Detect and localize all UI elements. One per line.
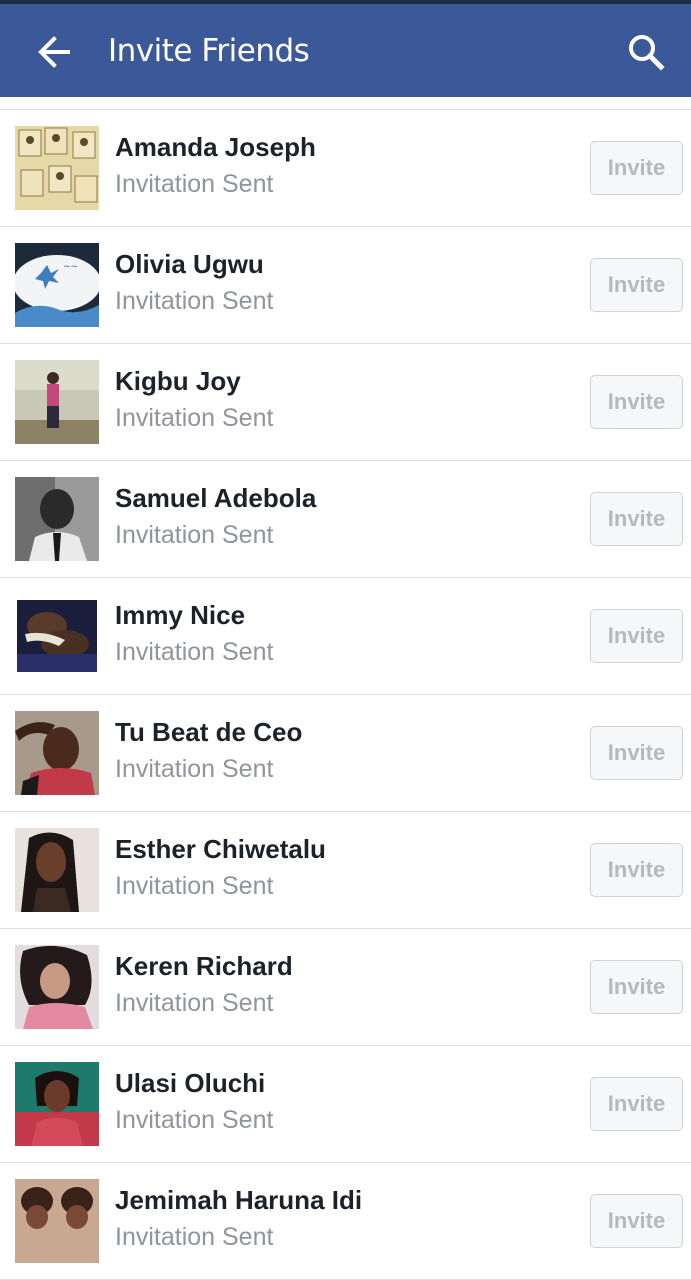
friend-row: Amanda Joseph Invitation Sent Invite <box>0 110 691 227</box>
friend-row: Jemimah Haruna Idi Invitation Sent Invit… <box>0 1163 691 1280</box>
friend-name[interactable]: Keren Richard <box>115 951 293 982</box>
friend-name[interactable]: Samuel Adebola <box>115 483 316 514</box>
invite-button[interactable]: Invite <box>590 1194 683 1248</box>
friend-row: Keren Richard Invitation Sent Invite <box>0 929 691 1046</box>
invitation-status: Invitation Sent <box>115 872 274 900</box>
avatar[interactable] <box>15 594 99 678</box>
friend-row: ~~ Olivia Ugwu Invitation Sent Invite <box>0 227 691 344</box>
invite-button[interactable]: Invite <box>590 492 683 546</box>
invitation-status: Invitation Sent <box>115 755 274 783</box>
invitation-status: Invitation Sent <box>115 638 274 666</box>
avatar[interactable] <box>15 126 99 210</box>
invitation-status: Invitation Sent <box>115 1106 274 1134</box>
back-button[interactable] <box>28 26 80 78</box>
friend-row: Ulasi Oluchi Invitation Sent Invite <box>0 1046 691 1163</box>
friend-name[interactable]: Amanda Joseph <box>115 132 316 163</box>
invitation-status: Invitation Sent <box>115 287 274 315</box>
friend-row: Immy Nice Invitation Sent Invite <box>0 578 691 695</box>
friend-row: Tu Beat de Ceo Invitation Sent Invite <box>0 695 691 812</box>
invite-button[interactable]: Invite <box>590 609 683 663</box>
avatar[interactable] <box>15 945 99 1029</box>
friend-name[interactable]: Kigbu Joy <box>115 366 241 397</box>
friend-row: Kigbu Joy Invitation Sent Invite <box>0 344 691 461</box>
friend-name[interactable]: Tu Beat de Ceo <box>115 717 302 748</box>
arrow-left-icon <box>38 36 70 68</box>
invite-button[interactable]: Invite <box>590 1077 683 1131</box>
friend-name[interactable]: Jemimah Haruna Idi <box>115 1185 362 1216</box>
avatar[interactable] <box>15 477 99 561</box>
friends-list: Amanda Joseph Invitation Sent Invite ~~ … <box>0 110 691 1280</box>
invite-button[interactable]: Invite <box>590 375 683 429</box>
invitation-status: Invitation Sent <box>115 1223 274 1251</box>
invite-button[interactable]: Invite <box>590 960 683 1014</box>
invite-button[interactable]: Invite <box>590 726 683 780</box>
app-header: Invite Friends <box>0 4 691 97</box>
invite-button[interactable]: Invite <box>590 843 683 897</box>
friend-name[interactable]: Ulasi Oluchi <box>115 1068 265 1099</box>
friend-row: Esther Chiwetalu Invitation Sent Invite <box>0 812 691 929</box>
invitation-status: Invitation Sent <box>115 404 274 432</box>
list-top-spacer <box>0 97 691 110</box>
invitation-status: Invitation Sent <box>115 521 274 549</box>
avatar[interactable] <box>15 828 99 912</box>
avatar[interactable]: ~~ <box>15 243 99 327</box>
svg-text:~~: ~~ <box>63 262 78 272</box>
search-icon <box>629 35 665 71</box>
avatar[interactable] <box>15 1179 99 1263</box>
friend-name[interactable]: Olivia Ugwu <box>115 249 264 280</box>
friend-row: Samuel Adebola Invitation Sent Invite <box>0 461 691 578</box>
avatar[interactable] <box>15 711 99 795</box>
friend-name[interactable]: Immy Nice <box>115 600 245 631</box>
invite-button[interactable]: Invite <box>590 141 683 195</box>
invitation-status: Invitation Sent <box>115 170 274 198</box>
avatar[interactable] <box>15 1062 99 1146</box>
search-button[interactable] <box>620 26 672 78</box>
friend-name[interactable]: Esther Chiwetalu <box>115 834 326 865</box>
page-title: Invite Friends <box>108 33 310 69</box>
avatar[interactable] <box>15 360 99 444</box>
invite-button[interactable]: Invite <box>590 258 683 312</box>
invitation-status: Invitation Sent <box>115 989 274 1017</box>
